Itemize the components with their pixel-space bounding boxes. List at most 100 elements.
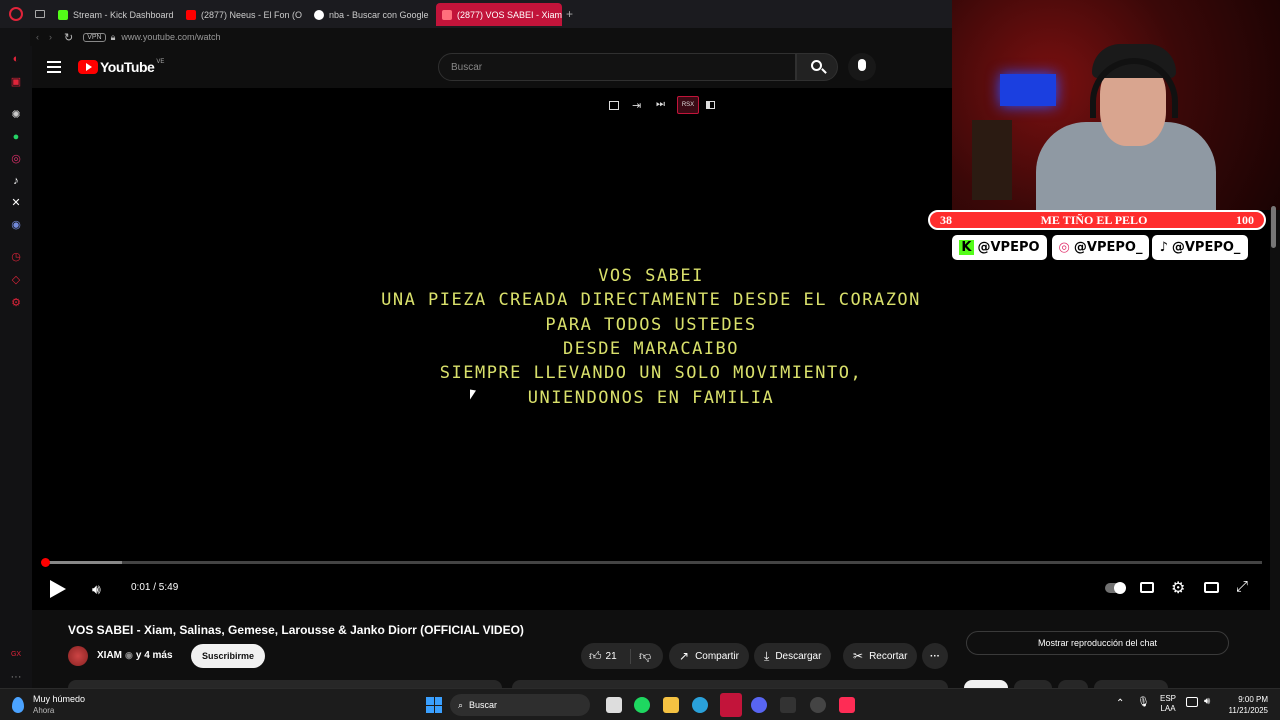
country-code: VE <box>156 59 165 65</box>
search-input[interactable]: Buscar <box>451 62 482 73</box>
progress-bar[interactable] <box>41 558 1262 567</box>
rsx-button[interactable]: RSX <box>677 96 699 114</box>
google-favicon-icon <box>314 9 324 20</box>
more-icon[interactable]: ··· <box>9 670 23 684</box>
search-box[interactable]: Buscar <box>438 53 796 81</box>
enter-icon[interactable]: ⇥ <box>632 99 641 112</box>
mirror-icon[interactable] <box>706 101 715 109</box>
crypto-wallet-icon[interactable]: ▣ <box>9 75 23 89</box>
whatsapp-icon[interactable]: ● <box>9 130 23 144</box>
language-indicator[interactable]: ESP LAA <box>1160 694 1176 714</box>
address-bar: ‹ › ↻ VPN 🔒︎ www.youtube.com/watch <box>30 28 950 46</box>
like-count: 21 <box>605 650 617 662</box>
filter-chips[interactable] <box>964 680 1224 688</box>
kick-handle: K @VPEPO <box>952 235 1047 260</box>
menu-icon[interactable] <box>47 61 61 73</box>
tab-kick-dashboard[interactable]: Stream - Kick Dashboard <box>52 3 176 26</box>
clock[interactable]: 9:00 PM 11/21/2025 <box>1226 694 1268 716</box>
app-icon[interactable] <box>780 697 796 713</box>
opera-logo-icon[interactable] <box>9 7 23 21</box>
tiktok-icon: ♪ <box>1159 240 1168 255</box>
page-scrollbar[interactable] <box>1271 206 1276 248</box>
back-icon[interactable]: ‹ <box>36 32 39 42</box>
vpn-badge[interactable]: VPN <box>83 32 106 42</box>
comments-box[interactable] <box>512 680 948 688</box>
channel-label: XIAM <box>97 650 122 661</box>
opera-gx-taskbar-icon[interactable] <box>720 693 742 717</box>
mouse-cursor-icon <box>470 389 476 401</box>
kick-icon: K <box>959 240 974 255</box>
reload-icon[interactable]: ↻ <box>64 31 73 44</box>
tab-google-search[interactable]: nba - Buscar con Google <box>308 3 432 26</box>
settings-gear-icon[interactable]: ⚙ <box>1171 578 1185 598</box>
search-button[interactable] <box>796 53 838 81</box>
like-button[interactable]: 👍︎ 21 <box>581 648 631 664</box>
lock-icon: 🔒︎ <box>110 31 116 42</box>
youtube-logo[interactable]: YouTube VE <box>78 59 164 75</box>
download-button[interactable]: ⤓ Descargar <box>754 643 832 669</box>
file-explorer-icon[interactable] <box>663 697 679 713</box>
fullscreen-icon[interactable]: ⤢ <box>1236 578 1248 595</box>
discord-icon[interactable]: ◉ <box>9 218 23 232</box>
gx-icon[interactable]: GX <box>9 648 23 662</box>
description-box[interactable] <box>68 680 502 688</box>
url-field[interactable]: www.youtube.com/watch <box>121 32 220 42</box>
popout-icon[interactable] <box>609 101 619 110</box>
mic-tray-icon[interactable]: 🎙︎ <box>1137 697 1150 708</box>
taskbar-search[interactable]: ⌕ Buscar <box>450 694 590 716</box>
task-view-icon[interactable] <box>606 697 622 713</box>
play-button[interactable] <box>50 580 66 598</box>
new-tab-button[interactable]: + <box>566 7 573 21</box>
tray-chevron-icon[interactable]: ⌃ <box>1116 698 1124 709</box>
voice-search-button[interactable] <box>848 53 876 81</box>
instagram-icon: ◎ <box>1058 240 1070 255</box>
tiktok-live-icon[interactable] <box>839 697 855 713</box>
clip-button[interactable]: ✂ Recortar <box>843 643 918 669</box>
search-icon: ⌕ <box>458 699 464 710</box>
chatgpt-icon[interactable]: ✺ <box>9 108 23 122</box>
goal-title: ME TIÑO EL PELO <box>1040 212 1148 227</box>
network-icon[interactable] <box>1186 697 1198 707</box>
tab-overview-icon[interactable] <box>35 10 45 18</box>
spotify-icon[interactable] <box>634 697 650 713</box>
windows-start-icon[interactable] <box>426 697 442 713</box>
forward-icon[interactable]: › <box>49 32 52 42</box>
tab-youtube-vos-sabei[interactable]: (2877) VOS SABEI - Xiam <box>436 3 562 26</box>
instagram-icon[interactable]: ◎ <box>9 152 23 166</box>
autoplay-toggle[interactable] <box>1105 582 1126 594</box>
shelf <box>972 120 1012 200</box>
flow-icon[interactable]: ◐ <box>9 52 23 66</box>
tab-youtube-neeus[interactable]: (2877) Neeus - El Fon (O <box>180 3 304 26</box>
progress-scrubber[interactable] <box>41 558 51 567</box>
more-actions-button[interactable]: ··· <box>922 643 948 669</box>
lyric-line: UNIENDONOS EN FAMILIA <box>527 388 775 408</box>
telegram-icon[interactable] <box>692 697 708 713</box>
tab-label: Stream - Kick Dashboard <box>73 9 174 20</box>
x-twitter-icon[interactable]: ✕ <box>9 196 23 210</box>
tiktok-icon[interactable]: ♪ <box>9 174 23 188</box>
like-dislike-group: 👍︎ 21 👎︎ <box>581 643 663 669</box>
instagram-handle: ◎ @VPEPO_ <box>1052 235 1149 260</box>
channel-avatar[interactable] <box>68 646 88 666</box>
chat-replay-button[interactable]: Mostrar reproducción del chat <box>966 631 1229 655</box>
dislike-button[interactable]: 👎︎ <box>631 649 651 664</box>
skip-icon[interactable]: ⏭︎ <box>656 99 665 110</box>
weather-title[interactable]: Muy húmedo <box>33 694 85 704</box>
captions-icon[interactable] <box>1140 582 1154 593</box>
settings-icon[interactable]: ⚙ <box>9 296 23 310</box>
miniplayer-icon[interactable] <box>1204 582 1219 593</box>
channel-name[interactable]: XIAM ◉ y 4 más <box>97 650 173 661</box>
subscribe-button[interactable]: Suscribirme <box>191 644 266 668</box>
volume-button[interactable]: 🔊︎ <box>92 581 101 598</box>
lang-code: ESP <box>1160 694 1177 703</box>
obs-icon[interactable] <box>810 697 826 713</box>
share-button[interactable]: ↗ Compartir <box>669 643 749 669</box>
discord-taskbar-icon[interactable] <box>751 697 767 713</box>
history-icon[interactable]: ◷ <box>9 250 23 264</box>
pinboard-icon[interactable]: ◇ <box>9 273 23 287</box>
youtube-favicon-icon <box>442 9 452 20</box>
video-overlay-toolbar: ⇥ ⏭︎ RSX <box>602 96 722 114</box>
download-label: Descargar <box>775 650 822 662</box>
volume-tray-icon[interactable]: 🔊︎ <box>1204 696 1210 707</box>
weather-drop-icon <box>12 697 24 713</box>
